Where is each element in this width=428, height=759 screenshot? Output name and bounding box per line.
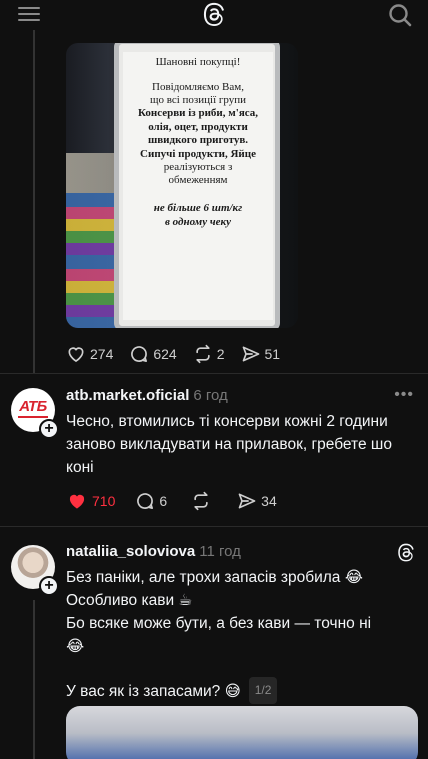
reply-line: Без паніки, але трохи запасів зробила 😂 bbox=[66, 569, 363, 586]
timestamp: 6 год bbox=[193, 387, 228, 404]
follow-plus-button[interactable]: + bbox=[39, 419, 59, 439]
repost-button[interactable] bbox=[191, 491, 215, 511]
reply-line: Особливо кави ☕ bbox=[66, 592, 193, 609]
sign-holder: Шановні покупці! Повідомляємо Вам, що вс… bbox=[114, 43, 280, 328]
sign-line: Консерви із риби, м'яса, bbox=[137, 107, 259, 119]
like-count: 274 bbox=[90, 346, 114, 362]
sign-line: Повідомляємо Вам, bbox=[152, 81, 244, 93]
share-count: 34 bbox=[261, 493, 277, 509]
sign-line: що всі позиції групи bbox=[149, 94, 247, 106]
repost-icon bbox=[196, 344, 210, 364]
sign-line: олія, оцет, продукти bbox=[148, 120, 248, 133]
more-options-icon[interactable]: ••• bbox=[394, 386, 414, 404]
thread-line bbox=[33, 30, 35, 374]
sign-line: в одному чеку bbox=[165, 216, 231, 228]
pagination-indicator: 1/2 bbox=[248, 677, 278, 704]
reply-text: Без паніки, але трохи запасів зробила 😂 … bbox=[66, 566, 416, 704]
post-image[interactable]: Шановні покупці! Повідомляємо Вам, що вс… bbox=[66, 43, 298, 328]
heart-filled-icon bbox=[69, 494, 85, 509]
timestamp: 11 год bbox=[199, 543, 241, 560]
share-button[interactable]: 51 bbox=[241, 344, 281, 364]
search-icon[interactable] bbox=[388, 3, 412, 27]
send-icon bbox=[242, 346, 259, 362]
divider bbox=[0, 526, 428, 527]
threads-logo-icon[interactable] bbox=[201, 2, 227, 28]
heart-icon bbox=[68, 347, 84, 363]
sign-line: швидкого приготув. bbox=[147, 134, 249, 146]
send-icon bbox=[238, 493, 256, 509]
sign-line: реалізуються з bbox=[163, 161, 233, 173]
comment-icon bbox=[131, 346, 148, 362]
reply-line: 😂 bbox=[66, 638, 85, 655]
sign-line: Сипучі продукти, Яйце bbox=[140, 147, 256, 160]
sign-line: не більше 6 шт/кг bbox=[153, 202, 243, 214]
post-action-bar: 274 624 2 51 bbox=[66, 344, 296, 364]
divider bbox=[0, 373, 428, 374]
notice-sign: Шановні покупці! Повідомляємо Вам, що вс… bbox=[123, 52, 273, 320]
reply-line: Бо всяке може бути, а без кави — точно н… bbox=[66, 615, 372, 632]
username-text[interactable]: atb.market.oficial bbox=[66, 387, 189, 404]
threads-logo-icon bbox=[398, 543, 414, 562]
thread-line bbox=[33, 600, 35, 759]
username[interactable]: atb.market.oficial 6 год bbox=[66, 387, 228, 404]
comment-button[interactable]: 624 bbox=[129, 344, 177, 364]
reply-action-bar: 710 6 34 bbox=[66, 491, 293, 511]
username-text[interactable]: nataliia_soloviova bbox=[66, 543, 195, 560]
sign-line: обмеженням bbox=[168, 174, 228, 186]
like-button[interactable]: 274 bbox=[66, 344, 113, 364]
username[interactable]: nataliia_soloviova 11 год bbox=[66, 543, 241, 560]
reply-text: Чесно, втомились ті консерви кожні 2 год… bbox=[66, 413, 392, 476]
share-count: 51 bbox=[264, 346, 281, 362]
follow-plus-button[interactable]: + bbox=[39, 576, 59, 596]
like-button[interactable]: 710 bbox=[66, 491, 115, 511]
sign-line: Шановні покупці! bbox=[155, 56, 241, 68]
reply-image[interactable] bbox=[66, 706, 418, 759]
repost-count: 2 bbox=[216, 346, 225, 362]
comment-count: 6 bbox=[159, 493, 168, 509]
atb-logo: АТБ bbox=[14, 398, 52, 418]
comment-button[interactable]: 6 bbox=[135, 491, 167, 511]
reply-line: У вас як із запасами? 😅 1/2 bbox=[66, 677, 416, 704]
like-count: 710 bbox=[92, 493, 116, 509]
repost-icon bbox=[194, 491, 208, 511]
top-bar bbox=[0, 0, 428, 30]
repost-button[interactable]: 2 bbox=[193, 344, 225, 364]
comment-icon bbox=[137, 493, 154, 509]
menu-icon[interactable] bbox=[18, 6, 40, 22]
comment-count: 624 bbox=[153, 346, 177, 362]
share-button[interactable]: 34 bbox=[237, 491, 277, 511]
reply-question: У вас як із запасами? 😅 bbox=[66, 683, 241, 700]
